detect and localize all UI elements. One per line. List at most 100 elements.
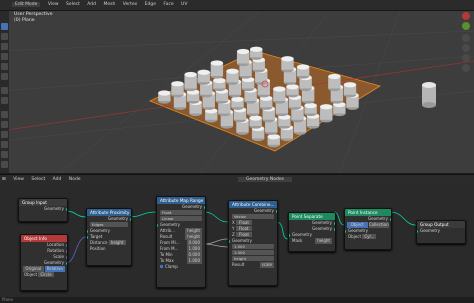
geometry-socket-icon[interactable] — [345, 229, 346, 233]
y-type[interactable]: Float — [235, 226, 252, 231]
node-tree-selector[interactable]: Geometry Nodes — [238, 177, 292, 182]
x-axis-icon[interactable] — [462, 12, 470, 20]
cylinder-instance — [267, 134, 280, 148]
mode-dropdown[interactable]: Edges — [90, 222, 128, 227]
point-separate-node[interactable]: Point Separate Geometry Geometry Geometr… — [288, 212, 336, 252]
menu-select[interactable]: Select — [66, 2, 80, 7]
vector-socket-icon[interactable] — [66, 243, 67, 247]
attribute-proximity-node[interactable]: Attribute Proximity Geometry Edges Geome… — [86, 208, 132, 266]
object-row: Object Circle — [24, 272, 54, 277]
cursor-tool-icon[interactable] — [1, 33, 8, 40]
loopcut-tool-icon[interactable] — [1, 141, 8, 148]
result-field[interactable]: scale — [259, 262, 274, 268]
editor-type-icon[interactable]: ⊞ — [2, 177, 6, 182]
pan-hand-icon[interactable] — [462, 44, 470, 52]
node-menu-add[interactable]: Add — [53, 177, 62, 182]
vector-socket-icon[interactable] — [66, 255, 67, 259]
node-title: Group Output — [417, 221, 465, 228]
bevel-tool-icon[interactable] — [1, 131, 8, 138]
object-field[interactable]: Cyl... — [362, 234, 377, 239]
node-title: Point Separate — [289, 213, 335, 220]
node-menu-node[interactable]: Node — [69, 177, 81, 182]
cylinder-instance — [186, 89, 200, 104]
annotate-tool-icon[interactable] — [1, 87, 8, 94]
attribute-map-range-node[interactable]: Attribute Map Range Geometry Float Linea… — [156, 196, 206, 288]
object-label: (0) Plane — [14, 18, 35, 23]
camera-icon[interactable] — [462, 54, 470, 62]
transform-tool-icon[interactable] — [1, 73, 8, 80]
object-info-node[interactable]: Object Info Location Rotation Scale Geom… — [20, 234, 68, 291]
measure-tool-icon[interactable] — [1, 97, 8, 104]
cylinder-instance — [333, 101, 346, 117]
menu-add[interactable]: Add — [87, 2, 96, 7]
geometry-socket-icon[interactable] — [66, 261, 67, 265]
zoom-icon[interactable] — [462, 34, 470, 42]
inset-tool-icon[interactable] — [1, 121, 8, 128]
z-value-field[interactable]: height — [232, 256, 274, 261]
geometry-socket-icon[interactable] — [334, 227, 335, 231]
link-geo-1 — [65, 210, 87, 218]
geometry-socket-icon[interactable] — [204, 205, 205, 209]
scale-tool-icon[interactable] — [1, 63, 8, 70]
geometry-socket-icon[interactable] — [87, 229, 88, 233]
node-editor-header: ⊞ View Select Add Node Geometry Nodes — [0, 174, 474, 184]
geometry-socket-icon[interactable] — [390, 217, 391, 221]
geometry-socket-icon[interactable] — [417, 229, 418, 233]
z-type[interactable]: Float — [236, 232, 252, 237]
geometry-socket-icon[interactable] — [276, 209, 277, 213]
geometry-socket-icon[interactable] — [87, 235, 88, 239]
menu-view[interactable]: View — [48, 2, 59, 7]
menu-edge[interactable]: Edge — [145, 2, 156, 7]
viewport-scene — [0, 11, 474, 173]
cylinder-instance — [184, 71, 197, 92]
header-bar: Edit Mode View Select Add Mesh Vertex Ed… — [0, 0, 474, 11]
cylinder-instance — [296, 64, 310, 79]
polybuild-tool-icon[interactable] — [1, 161, 8, 168]
link-geo-6 — [389, 211, 417, 226]
group-input-node[interactable]: Group Input Geometry — [18, 198, 68, 222]
point-instance-node[interactable]: Point Instance Geometry Object Collectio… — [344, 208, 392, 250]
menu-face[interactable]: Face — [163, 2, 173, 7]
move-tool-icon[interactable] — [1, 43, 8, 50]
geometry-socket-icon[interactable] — [229, 239, 230, 243]
extrude-tool-icon[interactable] — [1, 111, 8, 118]
x-type[interactable]: Float — [236, 220, 252, 225]
type-dropdown[interactable]: Vector — [232, 214, 274, 219]
attribute-combine-node[interactable]: Attribute Combine... Geometry Vector X F… — [228, 200, 278, 286]
object-row: Object Cyl... — [348, 234, 377, 239]
y-value-field[interactable]: 1.000 — [232, 250, 274, 255]
y-axis-icon[interactable] — [462, 22, 470, 30]
node-title: Group Input — [19, 199, 67, 206]
interpolation-dropdown[interactable]: Linear — [160, 216, 202, 221]
node-menu-view[interactable]: View — [13, 177, 24, 182]
object-field[interactable]: Circle — [38, 272, 54, 277]
geometry-socket-icon[interactable] — [289, 233, 290, 237]
x-value-field[interactable]: 1.000 — [232, 244, 274, 249]
geometry-socket-icon[interactable] — [334, 221, 335, 225]
result-row: Result scale — [232, 262, 274, 268]
rotate-tool-icon[interactable] — [1, 53, 8, 60]
cylinder-instance — [260, 95, 273, 110]
navigation-gizmo — [462, 12, 472, 112]
clamp-checkbox[interactable] — [160, 265, 163, 268]
vector-socket-icon[interactable] — [66, 249, 67, 253]
distance-field[interactable]: height — [108, 240, 126, 245]
node-canvas[interactable]: Group Input Geometry Object Info Locatio… — [0, 184, 474, 303]
3d-viewport[interactable] — [0, 11, 474, 173]
cylinder-instance — [158, 90, 171, 104]
grid-icon[interactable] — [462, 64, 470, 72]
select-tool-icon[interactable] — [1, 23, 8, 30]
knife-tool-icon[interactable] — [1, 151, 8, 158]
group-output-node[interactable]: Group Output Geometry — [416, 220, 466, 244]
type-dropdown[interactable]: Float — [160, 210, 202, 215]
menu-mesh[interactable]: Mesh — [103, 2, 115, 7]
geometry-socket-icon[interactable] — [130, 217, 131, 221]
geometry-socket-icon[interactable] — [66, 207, 67, 211]
menu-uv[interactable]: UV — [181, 2, 187, 7]
menu-vertex[interactable]: Vertex — [123, 2, 137, 7]
geometry-socket-icon[interactable] — [157, 223, 158, 227]
cylinder-object[interactable] — [422, 82, 436, 108]
node-menu-select[interactable]: Select — [31, 177, 45, 182]
mode-dropdown[interactable]: Edit Mode — [12, 2, 41, 7]
mask-field[interactable]: height — [315, 238, 332, 244]
